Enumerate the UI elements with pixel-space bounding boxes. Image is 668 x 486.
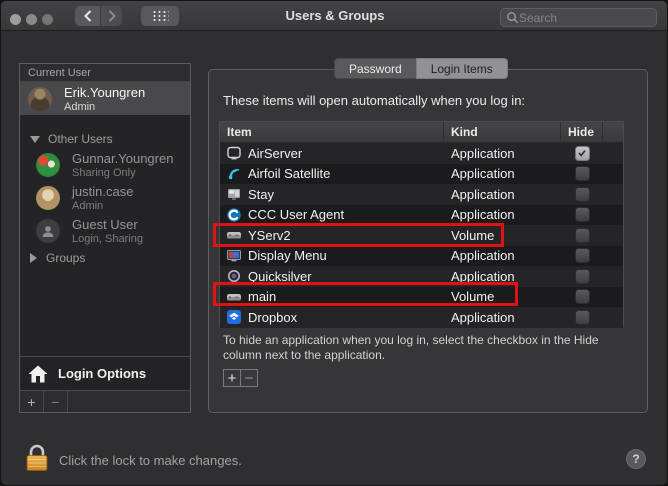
add-login-item-button[interactable]: +	[223, 369, 241, 387]
column-header-item[interactable]: Item	[220, 122, 444, 142]
lock-hint-text: Click the lock to make changes.	[59, 453, 242, 468]
avatar	[36, 219, 60, 243]
item-kind: Application	[444, 166, 561, 181]
item-name: AirServer	[248, 146, 302, 161]
sidebar-item-groups[interactable]: Groups	[20, 249, 190, 267]
avatar	[36, 153, 60, 177]
lock-icon[interactable]	[23, 443, 51, 478]
highlight-box-main	[213, 282, 518, 306]
user-name: justin.case	[72, 184, 133, 199]
avatar	[36, 186, 60, 210]
tab-login-items[interactable]: Login Items	[416, 58, 508, 79]
table-row-stay[interactable]: Stay Application	[220, 184, 623, 205]
column-header-kind[interactable]: Kind	[444, 122, 561, 142]
tab-bar: Password Login Items	[334, 58, 508, 79]
nav-buttons	[75, 6, 122, 26]
hide-checkbox[interactable]	[575, 207, 590, 222]
user-role: Admin	[64, 101, 145, 113]
other-users-header[interactable]: Other Users	[20, 130, 190, 148]
search-input[interactable]	[519, 11, 651, 25]
user-role: Admin	[72, 200, 133, 212]
home-icon	[28, 365, 48, 383]
hide-checkbox[interactable]	[575, 269, 590, 284]
avatar	[28, 87, 52, 111]
display-menu-icon	[226, 248, 242, 264]
sidebar-item-erik-youngren[interactable]: Erik.Youngren Admin	[20, 82, 190, 115]
airfoil-satellite-icon	[226, 166, 242, 182]
column-header-spacer	[603, 122, 623, 142]
show-all-button[interactable]	[141, 6, 179, 26]
table-row-ccc-user-agent[interactable]: CCC User Agent Application	[220, 205, 623, 226]
item-kind: Application	[444, 146, 561, 161]
item-name: Dropbox	[248, 310, 297, 325]
window-close-button[interactable]	[10, 14, 21, 25]
search-icon	[506, 11, 519, 24]
forward-button[interactable]	[100, 6, 122, 26]
hide-checkbox[interactable]	[575, 166, 590, 181]
sidebar-item-gunnar-youngren[interactable]: Gunnar.Youngren Sharing Only	[20, 148, 190, 181]
hide-hint-text: To hide an application when you log in, …	[223, 333, 619, 363]
chevron-left-icon	[84, 10, 92, 22]
item-name: Stay	[248, 187, 274, 202]
search-field[interactable]	[500, 8, 657, 27]
hide-checkbox[interactable]	[575, 248, 590, 263]
sidebar-bottom-bar: + −	[20, 390, 190, 412]
tab-password[interactable]: Password	[334, 58, 416, 79]
grid-icon	[152, 10, 169, 22]
ccc-user-agent-icon	[226, 207, 242, 223]
user-role: Login, Sharing	[72, 233, 143, 245]
item-kind: Application	[444, 187, 561, 202]
table-row-dropbox[interactable]: Dropbox Application	[220, 307, 623, 328]
column-header-hide[interactable]: Hide	[561, 122, 603, 142]
disclosure-triangle-open-icon[interactable]	[30, 136, 40, 143]
person-silhouette-icon	[40, 223, 56, 239]
user-list-sidebar: Current User Erik.Youngren Admin Other U…	[19, 63, 191, 413]
help-button[interactable]: ?	[626, 449, 646, 469]
toolbar: Users & Groups	[1, 1, 668, 31]
sidebar-item-guest-user[interactable]: Guest User Login, Sharing	[20, 214, 190, 247]
sidebar-item-justin-case[interactable]: justin.case Admin	[20, 181, 190, 214]
disclosure-triangle-closed-icon[interactable]	[30, 253, 37, 263]
user-name: Gunnar.Youngren	[72, 151, 173, 166]
item-name: Display Menu	[248, 248, 327, 263]
users-and-groups-window: Users & Groups Current User Erik.Youngre…	[0, 0, 668, 486]
item-kind: Application	[444, 310, 561, 325]
item-kind: Application	[444, 248, 561, 263]
user-name: Erik.Youngren	[64, 85, 145, 100]
hide-checkbox[interactable]	[575, 187, 590, 202]
chevron-right-icon	[108, 10, 116, 22]
hide-checkbox[interactable]	[575, 228, 590, 243]
stay-icon	[226, 186, 242, 202]
hide-checkbox[interactable]	[575, 310, 590, 325]
back-button[interactable]	[75, 6, 100, 26]
user-role: Sharing Only	[72, 167, 173, 179]
table-row-display-menu[interactable]: Display Menu Application	[220, 246, 623, 267]
hide-checkbox[interactable]	[575, 146, 590, 161]
table-header: Item Kind Hide	[220, 122, 623, 143]
sidebar-item-login-options[interactable]: Login Options	[20, 356, 190, 390]
remove-login-item-button[interactable]: −	[240, 369, 258, 387]
dropbox-icon	[226, 309, 242, 325]
current-user-header: Current User	[20, 64, 190, 82]
add-user-button[interactable]: +	[20, 391, 44, 412]
airserver-icon	[226, 145, 242, 161]
window-zoom-button[interactable]	[42, 14, 53, 25]
item-kind: Application	[444, 207, 561, 222]
item-name: Airfoil Satellite	[248, 166, 330, 181]
intro-text: These items will open automatically when…	[223, 93, 525, 108]
checkmark-icon	[577, 148, 587, 158]
user-name: Guest User	[72, 217, 143, 232]
login-items-add-remove: + −	[223, 369, 258, 387]
remove-user-button[interactable]: −	[44, 391, 68, 412]
table-row-airserver[interactable]: AirServer Application	[220, 143, 623, 164]
highlight-box-yserv2	[213, 223, 504, 247]
table-row-airfoil-satellite[interactable]: Airfoil Satellite Application	[220, 164, 623, 185]
window-minimize-button[interactable]	[26, 14, 37, 25]
hide-checkbox[interactable]	[575, 289, 590, 304]
item-name: CCC User Agent	[248, 207, 344, 222]
